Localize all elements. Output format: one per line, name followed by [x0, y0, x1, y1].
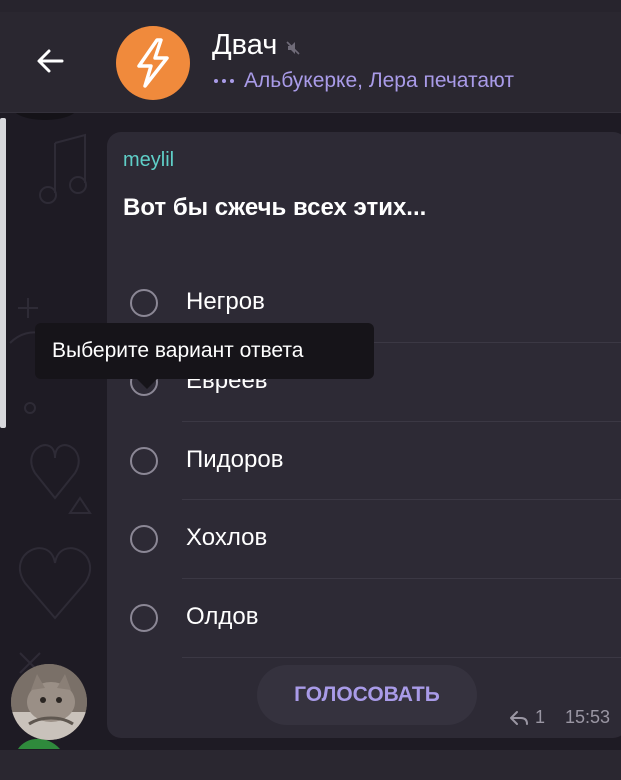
arrow-left-icon: [37, 49, 64, 73]
option-divider: [182, 657, 621, 658]
muted-speaker-icon: [286, 40, 300, 55]
chat-status: Альбукерке, Лера печатают: [214, 69, 514, 93]
typing-indicator-icon: [214, 79, 234, 83]
radio-button-icon: [130, 289, 158, 317]
tooltip-arrow: [137, 379, 157, 389]
chat-avatar[interactable]: [116, 26, 190, 100]
vote-button[interactable]: ГОЛОСОВАТЬ: [257, 665, 477, 725]
poll-option[interactable]: Хохлов: [107, 500, 621, 578]
poll-option[interactable]: Пидоров: [107, 422, 621, 500]
message-meta: 1 15:53: [509, 707, 610, 728]
sender-name[interactable]: meylil: [123, 149, 174, 172]
status-bar: [0, 0, 621, 12]
poll-question: Вот бы сжечь всех этих...: [123, 194, 427, 221]
scrollbar[interactable]: [0, 118, 6, 428]
poll-option-label: Хохлов: [186, 524, 268, 551]
poll-option[interactable]: Олдов: [107, 579, 621, 657]
radio-button-icon: [130, 604, 158, 632]
chat-area: meylil Вот бы сжечь всех этих... Негров …: [0, 113, 621, 750]
poll-hint-tooltip: Выберите вариант ответа: [35, 323, 374, 379]
radio-button-icon: [130, 447, 158, 475]
back-button[interactable]: [22, 38, 78, 84]
reply-count[interactable]: 1: [535, 707, 545, 728]
reply-arrow-icon[interactable]: [509, 710, 529, 726]
radio-button-icon: [130, 525, 158, 553]
chat-header: Двач Альбукерке, Лера печатают: [0, 12, 621, 113]
poll-option-label: Пидоров: [186, 446, 284, 473]
chat-title-text: Двач: [212, 29, 278, 61]
sender-avatar[interactable]: [11, 664, 87, 740]
chat-title[interactable]: Двач: [212, 29, 301, 62]
lightning-bolt-icon: [137, 38, 169, 88]
poll-option-label: Олдов: [186, 603, 259, 630]
poll-message: meylil Вот бы сжечь всех этих... Негров …: [107, 132, 621, 738]
poll-option-label: Негров: [186, 288, 265, 315]
message-input-bar[interactable]: [0, 750, 621, 780]
chat-status-text: Альбукерке, Лера печатают: [244, 69, 514, 92]
message-time: 15:53: [564, 707, 610, 727]
cat-avatar-image: [11, 664, 87, 740]
